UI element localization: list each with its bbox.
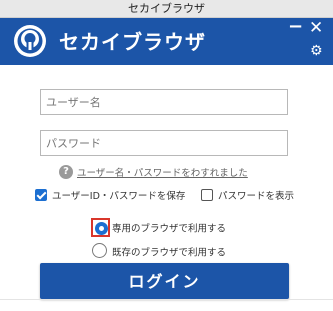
forgot-credentials-link[interactable]: ユーザー名・パスワードをわすれました (77, 168, 248, 179)
app-header: セカイブラウザ − ✕ ⚙ (0, 18, 333, 65)
password-input[interactable] (40, 130, 288, 156)
dedicated-browser-option[interactable]: 専用のブラウザで利用する (91, 218, 226, 237)
existing-browser-option[interactable]: 既存のブラウザで利用する (91, 242, 226, 261)
window-titlebar: セカイブラウザ (0, 0, 333, 18)
dedicated-browser-label: 専用のブラウザで利用する (112, 223, 227, 235)
save-credentials-label: ユーザーID・パスワードを保存 (52, 191, 186, 202)
save-credentials-option[interactable]: ユーザーID・パスワードを保存 (35, 188, 185, 202)
app-name: セカイブラウザ (59, 30, 206, 54)
help-icon: ? (59, 165, 73, 179)
save-credentials-checkbox[interactable] (35, 189, 47, 201)
settings-gear-icon[interactable]: ⚙ (310, 43, 323, 59)
existing-browser-label: 既存のブラウザで利用する (112, 247, 227, 259)
login-button[interactable]: ログイン (40, 263, 289, 299)
show-password-checkbox[interactable] (201, 189, 213, 201)
radio-wrap (91, 242, 110, 261)
focus-ring (91, 218, 110, 237)
close-button[interactable]: ✕ (309, 19, 323, 37)
existing-browser-radio[interactable] (92, 243, 107, 258)
footer-divider (0, 299, 333, 300)
forgot-credentials: ? ユーザー名・パスワードをわすれました (59, 165, 248, 181)
show-password-option[interactable]: パスワードを表示 (201, 188, 294, 202)
minimize-button[interactable]: − (288, 18, 303, 36)
keyhole-logo-icon (14, 25, 46, 57)
dedicated-browser-radio[interactable] (95, 222, 108, 235)
show-password-label: パスワードを表示 (218, 191, 295, 202)
window-title: セカイブラウザ (128, 2, 205, 15)
username-input[interactable] (40, 89, 288, 115)
